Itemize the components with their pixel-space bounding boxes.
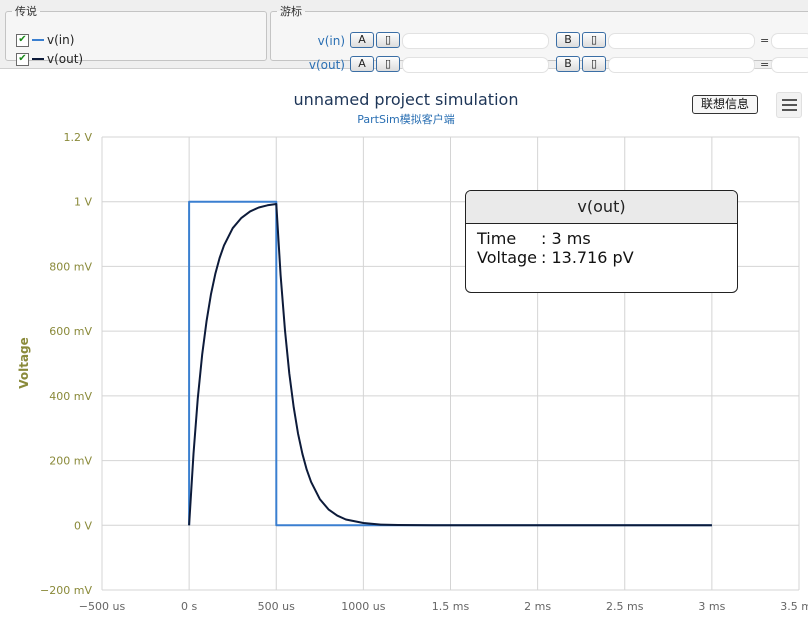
tooltip-title: v(out)	[466, 191, 737, 224]
x-tick-label-0: −500 us	[79, 600, 126, 613]
contact-info-button[interactable]: 联想信息	[692, 95, 758, 114]
x-tick-label-1: 0 s	[181, 600, 197, 613]
chart-subtitle: PartSim模拟客户端	[357, 113, 455, 126]
y-tick-label-7: 1.2 V	[63, 131, 92, 144]
y-tick-label-4: 600 mV	[49, 325, 92, 338]
y-tick-label-0: −200 mV	[40, 584, 92, 597]
x-tick-label-4: 1.5 ms	[432, 600, 470, 613]
data-tooltip: v(out) Time : 3 ms Voltage : 13.716 pV	[465, 190, 738, 293]
x-tick-label-3: 1000 us	[341, 600, 385, 613]
y-tick-label-3: 400 mV	[49, 390, 92, 403]
x-tick-label-2: 500 us	[258, 600, 295, 613]
chart-title: unnamed project simulation	[293, 90, 519, 109]
tooltip-voltage-label: Voltage	[477, 248, 538, 267]
tooltip-time-label: Time	[477, 229, 517, 248]
x-tick-label-6: 2.5 ms	[606, 600, 644, 613]
x-tick-label-8: 3.5 ms	[780, 600, 808, 613]
y-axis-label: Voltage	[17, 337, 31, 389]
x-tick-label-7: 3 ms	[698, 600, 725, 613]
tooltip-voltage-value: : 13.716 pV	[541, 248, 634, 267]
x-tick-label-5: 2 ms	[524, 600, 551, 613]
y-tick-label-2: 200 mV	[49, 455, 92, 468]
tooltip-time-value: : 3 ms	[541, 229, 591, 248]
y-tick-label-6: 1 V	[74, 196, 92, 209]
hamburger-menu-icon[interactable]	[776, 92, 802, 118]
y-tick-label-5: 800 mV	[49, 260, 92, 273]
y-tick-label-1: 0 V	[74, 519, 92, 532]
